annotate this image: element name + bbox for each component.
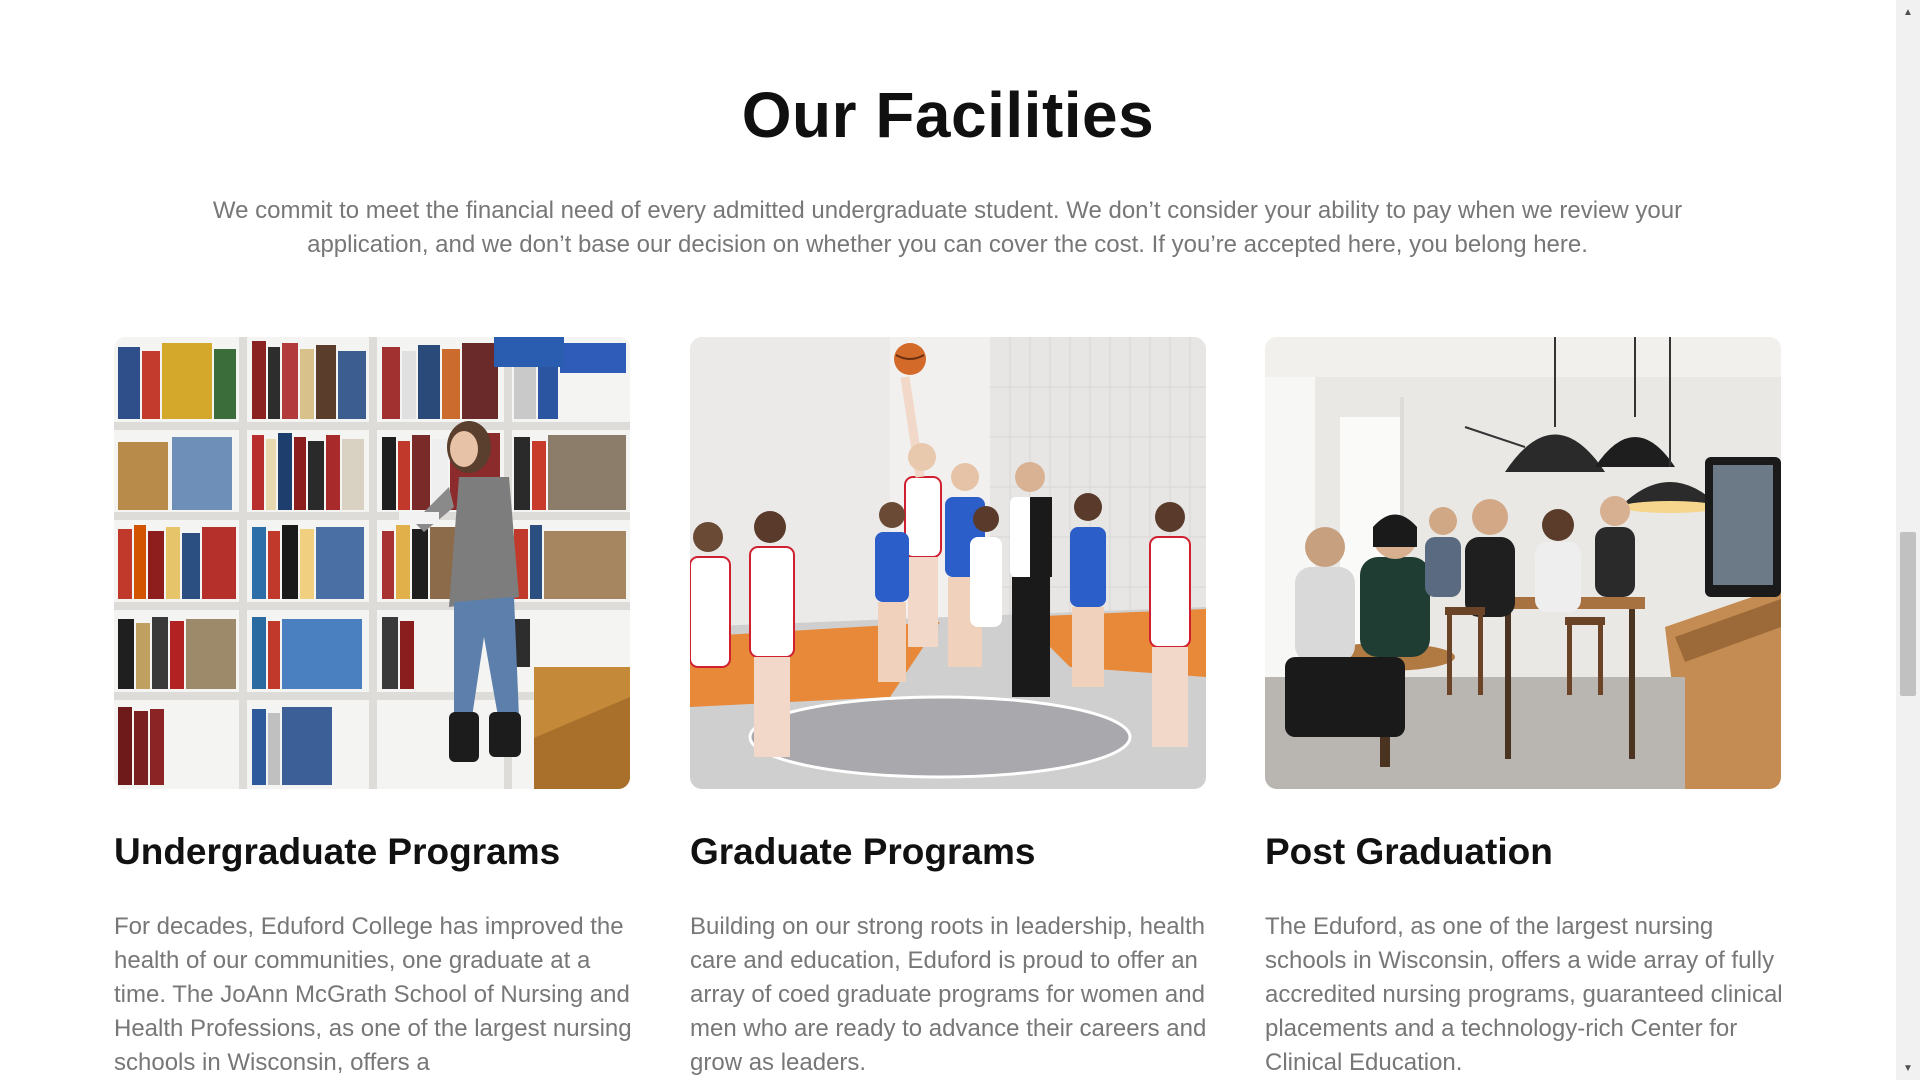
facility-card-undergraduate: Undergraduate Programs For decades, Eduf… bbox=[114, 337, 632, 1076]
vertical-scrollbar[interactable]: ▲ ▼ bbox=[1896, 0, 1920, 1080]
scrollbar-thumb[interactable] bbox=[1900, 532, 1916, 696]
card-description: Building on our strong roots in leadersh… bbox=[690, 913, 1207, 1076]
facility-card-post-graduation: Post Graduation The Eduford, as one of t… bbox=[1265, 337, 1783, 1076]
section-title: Our Facilities bbox=[741, 79, 1155, 151]
scroll-down-arrow-icon[interactable]: ▼ bbox=[1896, 1058, 1920, 1078]
facilities-page: Our Facilities We commit to meet the fin… bbox=[0, 0, 1896, 1080]
card-title: Post Graduation bbox=[1265, 831, 1553, 872]
card-description: For decades, Eduford College has improve… bbox=[114, 913, 632, 1076]
section-intro: We commit to meet the financial need of … bbox=[212, 197, 1683, 258]
facility-card-graduate: Graduate Programs Building on our strong… bbox=[690, 337, 1206, 1076]
card-title: Graduate Programs bbox=[690, 831, 1036, 872]
library-photo bbox=[114, 337, 630, 789]
cafe-photo bbox=[1265, 337, 1781, 789]
scroll-up-arrow-icon[interactable]: ▲ bbox=[1896, 2, 1920, 22]
card-title: Undergraduate Programs bbox=[114, 831, 561, 872]
basketball-photo bbox=[690, 337, 1206, 789]
card-description: The Eduford, as one of the largest nursi… bbox=[1265, 913, 1783, 1076]
